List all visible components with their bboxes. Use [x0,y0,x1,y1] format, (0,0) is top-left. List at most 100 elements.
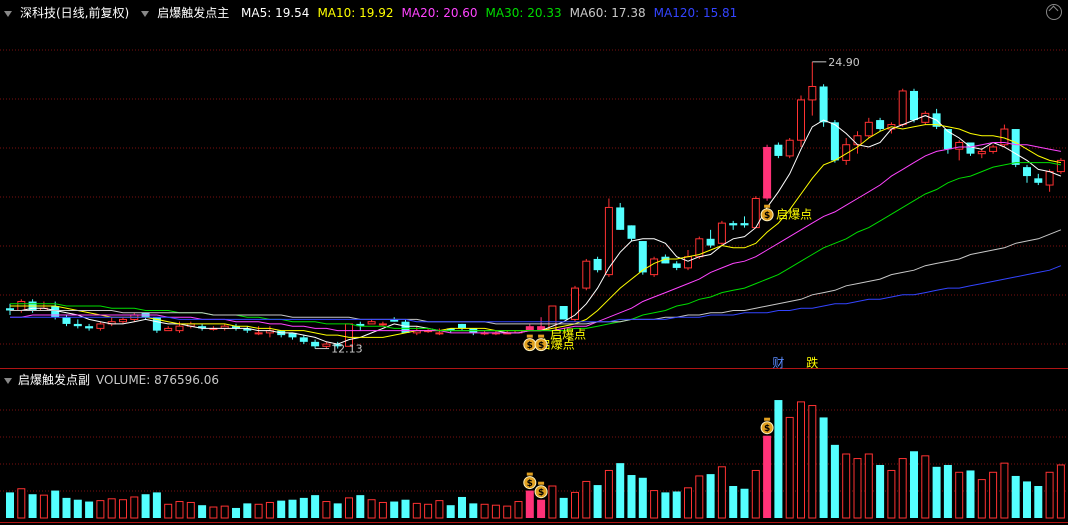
candle-body-up [989,146,998,152]
money-bag-icon-knot [526,334,533,338]
candle-body-down [458,323,466,329]
money-bag-icon-dollar: $ [527,341,533,351]
ma-label-4: MA60: 17.38 [569,6,646,20]
candle-body-down [627,225,636,239]
volume-bar-up [864,453,873,519]
volume-bar-down [85,501,94,518]
volume-bar-signal [537,499,546,518]
volume-bar-up [503,505,512,519]
volume-bar-down [73,499,82,518]
candle-body-up [921,112,930,123]
volume-bar-up [491,504,500,519]
main-panel-header: 深科技(日线,前复权) 启爆触发点主 MA5: 19.54 MA10: 19.92 M… [0,0,753,26]
volume-bar-down [28,494,37,518]
volume-bar-down [1034,486,1043,518]
candle-body-up [435,332,444,335]
annotation-label: 24.90 [828,56,860,69]
expand-icon[interactable] [1046,4,1062,20]
volume-bar-down [333,503,342,518]
volume-bar-down [141,494,150,518]
main-indicator-name[interactable]: 启爆触发点主 [157,6,229,20]
candle-body-up [808,85,817,101]
volume-bar-down [356,495,365,518]
volume-bar-up [367,499,376,519]
panel-collapse-icon[interactable] [4,10,12,17]
candle-body-down [943,129,952,150]
volume-bar-up [514,501,523,519]
candle-body-down [299,337,308,342]
volume-bar-up [842,453,851,519]
event-marker: 跌 [806,355,818,370]
candle-body-up [119,318,127,323]
candle-body-up [977,150,986,155]
volume-bar-down [1011,475,1020,518]
volume-money-bag-icon-knot [764,417,771,421]
kline-chart[interactable]: $ 启爆点$$启爆点$$ 启爆点$24.9012.13财跌 [0,0,1068,525]
candle-body-signal [525,326,534,331]
volume-bar-up [887,469,896,519]
volume-bar-up [717,466,726,519]
signal-label: 启爆点 [776,208,812,222]
candle-body-down [616,207,625,230]
ma-legend: MA5: 19.54 MA10: 19.92 MA20: 20.60 MA30: 20… [241,6,745,20]
candle-body-up [582,260,591,289]
volume-indicator-name[interactable]: 启爆触发点副 [18,373,90,387]
candle-body-down [706,238,715,246]
volume-bar-down [706,474,715,518]
volume-money-bag-icon-dollar: $ [764,424,770,434]
candle-body-up [254,332,263,335]
candle-body-down [1034,178,1043,183]
volume-bar-down [559,497,568,518]
volume-bar-up [412,502,421,519]
candle-body-down [51,306,60,318]
money-bag-icon-knot [538,334,545,338]
candle-body-up [955,141,964,150]
volume-bar-down [774,400,783,518]
candle-body-up [1045,171,1054,186]
volume-bar-up [119,499,127,519]
volume-bar-up [751,469,760,519]
ma-label-0: MA5: 19.54 [241,6,310,20]
volume-indicator-dropdown-icon[interactable] [4,377,12,384]
volume-bar-down [616,463,625,518]
volume-bar-down [277,500,286,518]
volume-bar-up [695,475,704,519]
candle-body-up [684,256,692,269]
candle-body-up [378,323,387,326]
volume-bar-down [311,495,320,518]
candle-body-down [1011,129,1020,165]
volume-value: VOLUME: 876596.06 [96,373,220,387]
volume-money-bag-icon-dollar: $ [527,479,533,489]
volume-bar-down [593,485,602,518]
volume-bar-down [152,492,161,518]
candle-body-up [650,258,659,276]
volume-bar-up [955,471,964,519]
volume-bar-up [582,480,591,519]
volume-bar-up [424,503,433,519]
volume-bar-up [797,401,805,519]
volume-bar-down [830,444,839,518]
volume-bar-down [243,503,252,518]
volume-bar-down [446,505,455,518]
volume-bar-down [390,501,399,518]
candle-body-down [638,241,647,273]
ma-line-ma60 [10,229,1062,325]
candle-body-down [830,122,839,161]
ma-line-ma10 [10,124,1061,338]
ma-label-1: MA10: 19.92 [317,6,394,20]
money-bag-icon-dollar: $ [538,341,544,351]
ma-line-ma120 [10,265,1062,323]
volume-bar-up [17,488,26,519]
volume-bar-signal [525,490,534,518]
volume-bar-up [1045,471,1054,519]
volume-bar-up [265,501,274,519]
volume-bar-down [966,470,975,518]
indicator-dropdown-icon[interactable] [141,10,150,17]
volume-bar-down [910,451,918,518]
candle-body-up [717,222,726,244]
volume-bar-up [480,503,489,519]
volume-bar-up [684,487,692,519]
volume-bar-down [672,491,681,518]
volume-bar-down [458,496,466,518]
volume-bar-up [186,501,195,519]
